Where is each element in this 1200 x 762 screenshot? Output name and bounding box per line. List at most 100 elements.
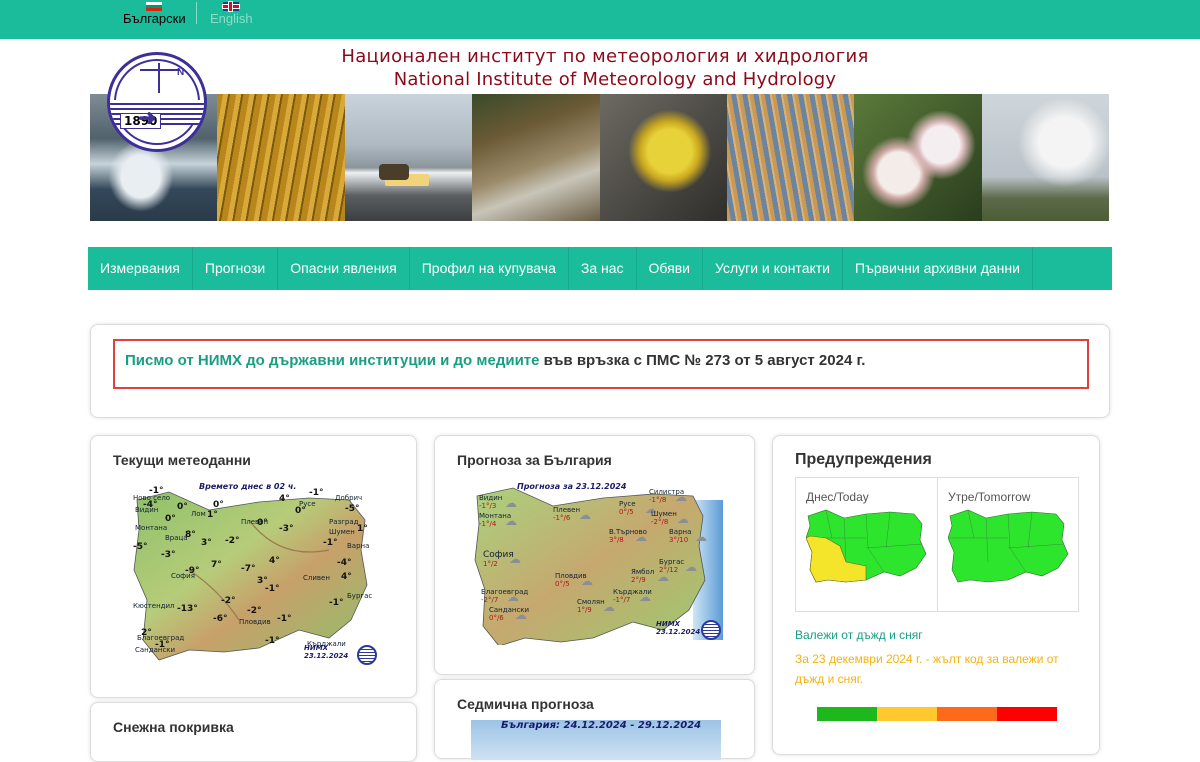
current-weather-card: Текущи метеоданни Времето днес в 02 ч. -… <box>90 435 417 698</box>
warning-description: За 23 декември 2024 г. - жълт код за вал… <box>795 652 1059 686</box>
cloud-icon: ☁ <box>507 590 519 604</box>
weekly-forecast-map[interactable]: България: 24.12.2024 - 29.12.2024 <box>471 720 721 760</box>
current-map-sign: НИМХ 23.12.2024 <box>304 644 348 660</box>
nav-item-announcements[interactable]: Обяви <box>637 247 703 290</box>
nav-item-buyer-profile[interactable]: Профил на купувача <box>410 247 569 290</box>
forecast-city-temp: 2°/9 <box>631 576 646 584</box>
current-city-label: Благоевград <box>137 634 185 642</box>
current-temp-label: -1° <box>309 488 324 498</box>
forecast-city-name: Русе <box>619 500 636 508</box>
nav-item-about[interactable]: За нас <box>569 247 637 290</box>
current-temp-label: -7° <box>241 564 256 574</box>
current-temp-label: 0° <box>213 500 224 510</box>
hailstones-photo <box>854 94 982 221</box>
logo-letter: N <box>177 67 185 78</box>
forecast-city: Варна 3°/10 <box>669 528 691 544</box>
cloud-icon: ☁ <box>505 514 517 528</box>
cloud-icon: ☁ <box>579 508 591 522</box>
current-temp-label: -3° <box>279 524 294 534</box>
cloud-icon: ☁ <box>635 530 647 544</box>
current-city-label: Сливен <box>303 574 330 582</box>
nav-item-measurements[interactable]: Измервания <box>88 247 193 290</box>
snow-cover-title: Снежна покривка <box>113 719 234 735</box>
current-map-sign-date: 23.12.2024 <box>304 652 349 660</box>
forecast-city-temp: -1°/6 <box>553 514 571 522</box>
current-city-label: Добрич <box>335 494 363 502</box>
nav-item-hazards[interactable]: Опасни явления <box>278 247 410 290</box>
forecast-city: Видин -1°/3 <box>479 494 502 510</box>
notice-card: Писмо от НИМХ до държавни институции и д… <box>90 324 1110 418</box>
cloud-icon: ☁ <box>509 552 521 566</box>
current-city-label: Бургас <box>347 592 373 600</box>
current-temp-label: -3° <box>161 550 176 560</box>
notice-box: Писмо от НИМХ до държавни институции и д… <box>113 339 1089 389</box>
current-temp-label: -1° <box>265 584 280 594</box>
current-city-label: Сандански <box>135 646 176 654</box>
current-temp-label: -13° <box>177 604 198 614</box>
forecast-city-name: Бургас <box>659 558 685 566</box>
current-temp-label: -1° <box>265 636 280 646</box>
main-navigation: Измервания Прогнози Опасни явления Профи… <box>88 247 1112 290</box>
wheat-field-photo <box>217 94 345 221</box>
forecast-city: Шумен -2°/8 <box>651 510 677 526</box>
warning-today-label: Днес/Today <box>806 490 869 504</box>
current-city-label: Шумен <box>329 528 355 536</box>
nav-item-forecasts[interactable]: Прогнози <box>193 247 279 290</box>
forecast-city: Ямбол 2°/9 <box>631 568 654 584</box>
nav-item-archive-data[interactable]: Първични архивни данни <box>843 247 1033 290</box>
cloud-icon: ☁ <box>581 574 593 588</box>
cloud-icon: ☁ <box>515 608 527 622</box>
flooded-field-photo <box>726 94 855 221</box>
forecast-city: Русе 0°/5 <box>619 500 636 516</box>
current-city-label: Пловдив <box>239 618 271 626</box>
language-bar: Български English <box>0 0 1200 39</box>
warnings-title: Предупреждения <box>795 451 932 468</box>
current-temp-label: -5° <box>133 542 148 552</box>
warnings-card: Предупреждения Днес/Today Утре/Tomorrow … <box>772 435 1100 755</box>
current-map-sign-org: НИМХ <box>304 644 329 652</box>
notice-link[interactable]: Писмо от НИМХ до държавни институции и д… <box>125 352 539 369</box>
current-temp-label: 4° <box>269 556 280 566</box>
forecast-city: Благоевград -2°/7 <box>481 588 528 604</box>
current-weather-map[interactable]: Времето днес в 02 ч. -1° -4° 0° 0° 1° 0° 4° 0° -… <box>129 480 389 670</box>
current-temp-label: 0° <box>165 514 176 524</box>
notice-text: във връзка с ПМС № 273 от 5 август 2024 … <box>539 352 866 369</box>
logo-mast <box>158 63 160 93</box>
current-temp-label: 1° <box>207 510 218 520</box>
current-city-label: Разград <box>329 518 359 526</box>
language-english-label: English <box>210 11 253 26</box>
current-temp-label: 4° <box>279 494 290 504</box>
warnings-maps: Днес/Today Утре/Tomorrow <box>795 477 1079 612</box>
forecast-map[interactable]: Прогноза за 23.12.2024 Видин -1°/3 ☁ Монтан… <box>473 480 723 645</box>
forecast-city-name: Ямбол <box>631 568 655 576</box>
logo-vane <box>140 69 180 71</box>
warning-today-map[interactable]: Днес/Today <box>796 478 937 611</box>
forecast-city-temp: -2°/7 <box>481 596 499 604</box>
nav-item-services-contacts[interactable]: Услуги и контакти <box>703 247 843 290</box>
forecast-city-name: Благоевград <box>481 588 529 596</box>
warning-tomorrow-shape <box>948 509 1069 583</box>
header-banner <box>90 94 1109 221</box>
language-separator <box>196 2 197 24</box>
legend-red <box>997 707 1057 721</box>
current-city-label: София <box>171 572 195 580</box>
warning-type-link[interactable]: Валежи от дъжд и сняг <box>795 628 923 642</box>
current-weather-title: Текущи метеоданни <box>113 452 251 468</box>
cloud-icon: ☁ <box>695 530 707 544</box>
warning-tomorrow-map[interactable]: Утре/Tomorrow <box>937 478 1078 611</box>
language-english-link[interactable]: English <box>210 2 253 26</box>
nimh-logo[interactable]: N 1890 ➜ <box>107 52 207 152</box>
language-bulgarian-link[interactable]: Български <box>123 2 186 26</box>
current-temp-label: -4° <box>337 558 352 568</box>
current-map-logo-icon <box>357 645 377 665</box>
current-city-label: Монтана <box>135 524 168 532</box>
warning-legend <box>817 707 1057 721</box>
cloud-icon: ☁ <box>677 512 689 526</box>
current-city-label: Лом <box>191 510 206 518</box>
current-city-label: Ново село <box>133 494 171 502</box>
current-temp-label: 3° <box>201 538 212 548</box>
forecast-title: Прогноза за България <box>457 452 612 468</box>
cloud-icon: ☁ <box>505 496 517 510</box>
cloud-icon: ☁ <box>675 490 687 504</box>
weekly-forecast-card: Седмична прогноза България: 24.12.2024 -… <box>434 679 755 760</box>
